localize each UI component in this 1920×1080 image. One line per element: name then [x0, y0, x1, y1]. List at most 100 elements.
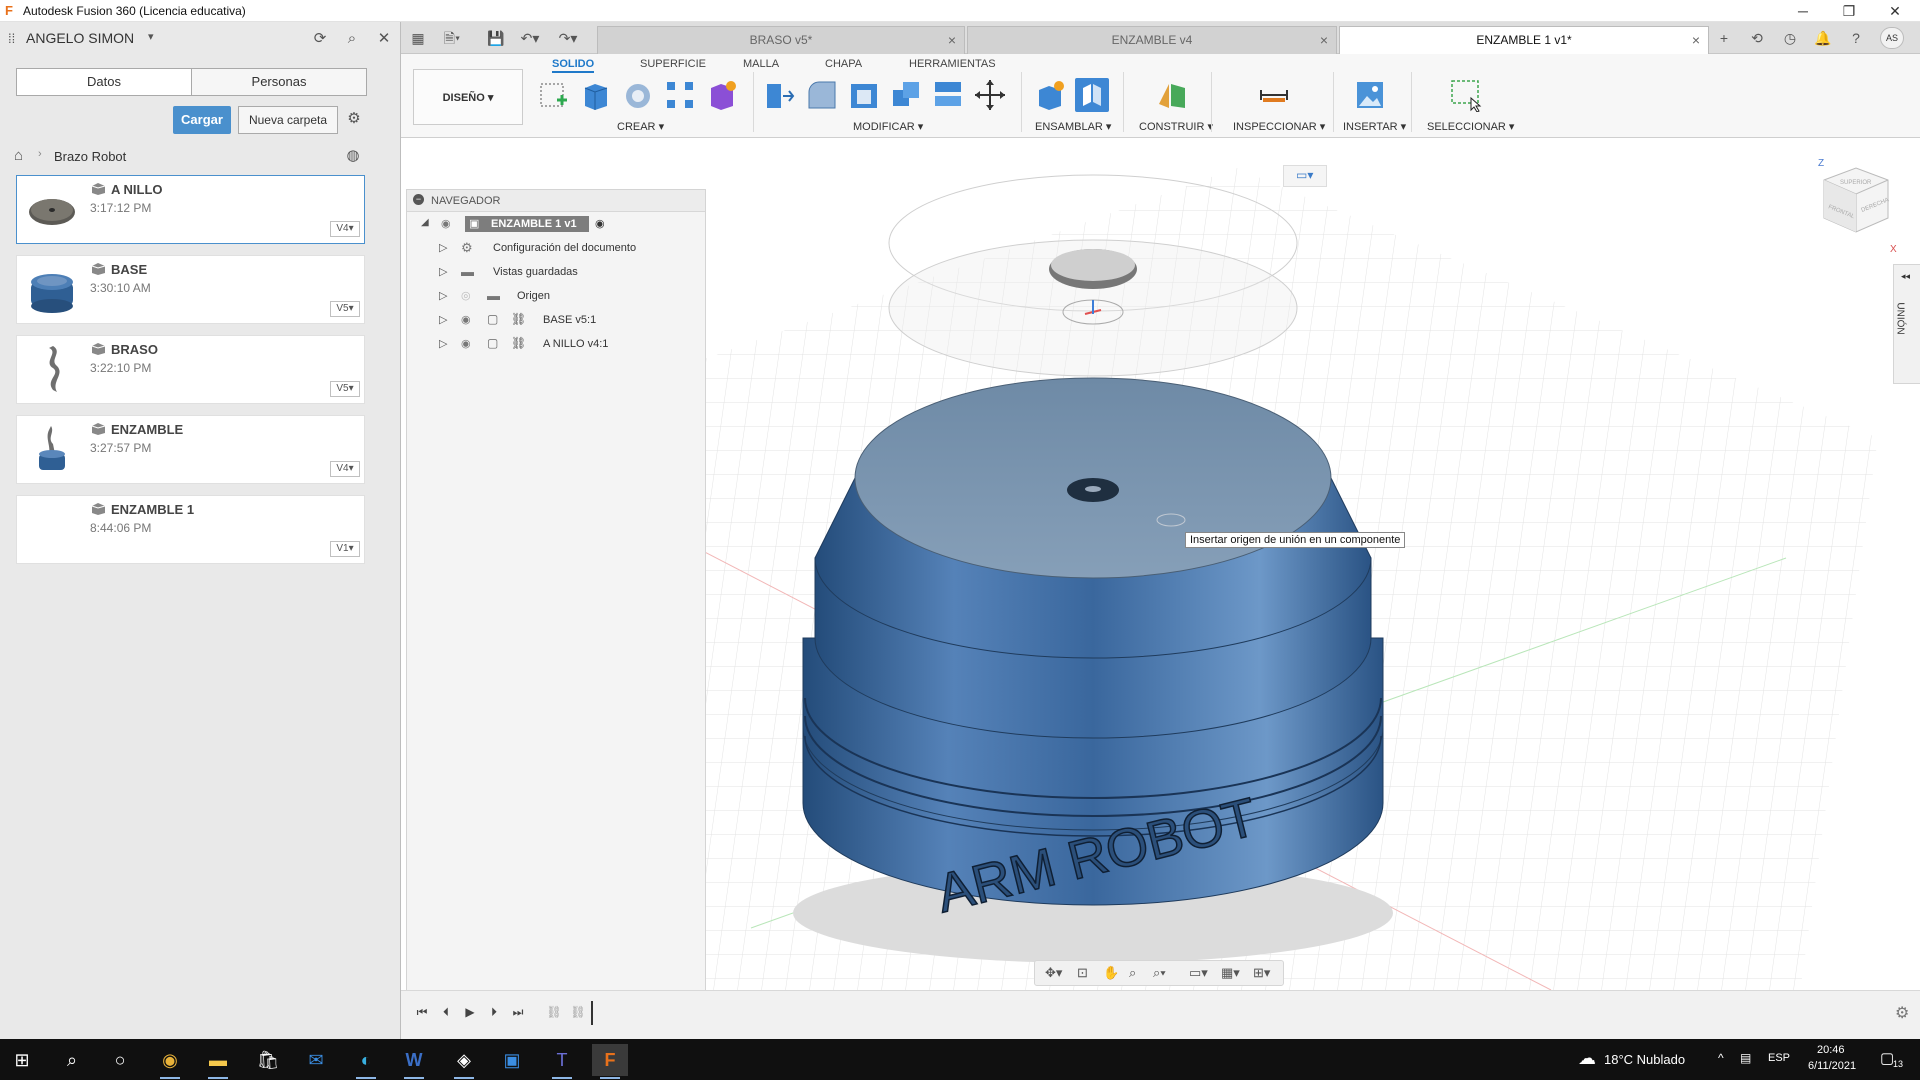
collapse-icon[interactable]: −	[413, 194, 424, 205]
version-badge[interactable]: V5▾	[330, 301, 360, 317]
breadcrumb[interactable]: Brazo Robot	[54, 149, 126, 164]
eye-hidden-icon[interactable]: ◎	[461, 289, 471, 302]
version-badge[interactable]: V4▾	[330, 461, 360, 477]
view-cube[interactable]: Z X DERECHA FRONTAL SUPERIOR	[1810, 156, 1902, 256]
eye-icon[interactable]: ◉	[461, 313, 471, 326]
close-panel-icon[interactable]: ✕	[373, 28, 395, 50]
tab-enzamble[interactable]: ENZAMBLE v4 ×	[967, 26, 1337, 54]
word-icon[interactable]: W	[396, 1044, 432, 1079]
file-explorer-icon[interactable]: ▬	[200, 1044, 236, 1079]
pattern-icon[interactable]	[663, 78, 697, 112]
clock-date[interactable]: 6/11/2021	[1808, 1060, 1856, 1072]
network-icon[interactable]: ▤	[1740, 1051, 1751, 1065]
navigator-item[interactable]: ▷ ◉ ▢ ⛓ BASE v5:1	[407, 309, 705, 331]
grid-settings-icon[interactable]: ▦▾	[1221, 965, 1240, 981]
navigator-item[interactable]: ▷ ▬ Vistas guardadas	[407, 261, 705, 283]
select-box-icon[interactable]	[1449, 78, 1483, 112]
viewports-icon[interactable]: ⊞▾	[1253, 965, 1270, 981]
language-indicator[interactable]: ESP	[1768, 1052, 1790, 1064]
steam-icon[interactable]: ◈	[446, 1044, 482, 1079]
bell-icon[interactable]: 🔔	[1812, 28, 1834, 48]
shell-icon[interactable]	[847, 78, 881, 112]
store-icon[interactable]: 🛍	[250, 1044, 286, 1076]
minimize-button[interactable]: ─	[1780, 0, 1826, 22]
edge-icon[interactable]: ◐	[348, 1044, 384, 1079]
expand-triangle-icon[interactable]: ▷	[439, 265, 447, 278]
close-window-button[interactable]: ✕	[1872, 0, 1918, 22]
move-copy-icon[interactable]	[973, 78, 1007, 112]
timeline-feature-icon[interactable]: ⛓	[569, 1005, 587, 1021]
new-component-icon[interactable]	[1033, 78, 1067, 112]
tab-personas[interactable]: Personas	[191, 68, 367, 96]
tab-malla[interactable]: MALLA	[743, 58, 779, 70]
orbit-icon[interactable]: ✥▾	[1045, 965, 1062, 981]
fillet-icon[interactable]	[805, 78, 839, 112]
upload-button[interactable]: Cargar	[173, 106, 231, 134]
tab-enzamble-1[interactable]: ENZAMBLE 1 v1* ×	[1339, 26, 1709, 54]
version-badge[interactable]: V5▾	[330, 381, 360, 397]
timeline-settings-gear-icon[interactable]: ⚙	[1895, 1003, 1909, 1023]
globe-icon[interactable]: ◍	[342, 145, 364, 167]
display-settings-mini[interactable]: ▭▾	[1283, 165, 1327, 187]
navigator-item[interactable]: ▷ ◉ ▢ ⛓ A NILLO v4:1	[407, 333, 705, 355]
navigator-header[interactable]: − NAVEGADOR	[407, 190, 705, 212]
insert-menu[interactable]: INSERTAR ▾	[1343, 120, 1406, 133]
tab-herramientas[interactable]: HERRAMIENTAS	[909, 58, 996, 70]
root-component-label[interactable]: ENZAMBLE 1 v1	[465, 216, 589, 232]
avatar[interactable]: AS	[1880, 27, 1904, 49]
cortana-icon[interactable]: ○	[102, 1044, 138, 1076]
timeline-feature-icon[interactable]: ⛓	[545, 1005, 563, 1021]
navigator-item[interactable]: ▷ ◎ ▬ Origen	[407, 285, 705, 307]
redo-icon[interactable]: ↷▾	[557, 28, 579, 48]
gear-icon[interactable]: ⚙	[343, 108, 365, 130]
tab-solido[interactable]: SOLIDO	[552, 58, 595, 73]
form-icon[interactable]	[705, 78, 739, 112]
fusion-360-icon[interactable]: F	[592, 1044, 628, 1079]
file-card-enzamble-1[interactable]: ENZAMBLE 1 8:44:06 PM V1▾	[16, 495, 365, 564]
file-card-braso[interactable]: BRASO 3:22:10 PM V5▾	[16, 335, 365, 404]
new-tab-icon[interactable]: +	[1713, 28, 1735, 48]
clock-time[interactable]: 20:46	[1817, 1044, 1845, 1056]
cloud-weather-icon[interactable]: ☁	[1578, 1048, 1596, 1069]
tab-superficie[interactable]: SUPERFICIE	[640, 58, 706, 70]
user-name[interactable]: ANGELO SIMON	[26, 30, 134, 46]
inspect-menu[interactable]: INSPECCIONAR ▾	[1233, 120, 1325, 133]
chrome-icon[interactable]: ◉	[152, 1044, 188, 1079]
close-tab-icon[interactable]: ×	[1692, 27, 1700, 54]
insert-image-icon[interactable]	[1353, 78, 1387, 112]
construct-plane-icon[interactable]	[1155, 78, 1189, 112]
look-at-icon[interactable]: ⊡	[1077, 965, 1088, 981]
create-menu[interactable]: CREAR ▾	[617, 120, 664, 133]
zoom-icon[interactable]: ▣	[494, 1044, 530, 1076]
weather-text[interactable]: 18°C Nublado	[1604, 1052, 1685, 1067]
chevron-down-icon[interactable]: ▾	[148, 30, 154, 43]
navigator-item[interactable]: ▷ ⚙ Configuración del documento	[407, 237, 705, 259]
joint-icon[interactable]	[1075, 78, 1109, 112]
pan-icon[interactable]: ✋	[1103, 965, 1119, 981]
combine-icon[interactable]	[889, 78, 923, 112]
assemble-menu[interactable]: ENSAMBLAR ▾	[1035, 120, 1111, 133]
tray-chevron-icon[interactable]: ^	[1718, 1051, 1724, 1065]
maximize-button[interactable]: ❐	[1826, 0, 1872, 22]
collapse-arrows-icon[interactable]: ◂◂	[1901, 271, 1910, 282]
construct-menu[interactable]: CONSTRUIR ▾	[1139, 120, 1213, 133]
teams-icon[interactable]: T	[544, 1044, 580, 1079]
activate-radio-icon[interactable]: ◉	[595, 217, 605, 230]
search-icon[interactable]: ⌕	[54, 1044, 90, 1076]
create-sketch-icon[interactable]	[537, 78, 571, 112]
timeline-next-icon[interactable]: ⏵	[485, 1005, 503, 1021]
close-tab-icon[interactable]: ×	[1320, 27, 1328, 54]
tab-chapa[interactable]: CHAPA	[825, 58, 862, 70]
mail-icon[interactable]: ✉	[298, 1044, 334, 1076]
extrude-icon[interactable]	[579, 78, 613, 112]
expand-triangle-icon[interactable]: ▷	[439, 241, 447, 254]
timeline-play-icon[interactable]: ▶	[461, 1005, 479, 1021]
new-folder-button[interactable]: Nueva carpeta	[238, 106, 338, 134]
joint-panel-tab[interactable]: ◂◂ UNIÓN	[1893, 264, 1920, 384]
split-body-icon[interactable]	[931, 78, 965, 112]
measure-icon[interactable]	[1257, 78, 1291, 112]
undo-icon[interactable]: ↶▾	[519, 28, 541, 48]
display-settings-icon[interactable]: ▭▾	[1189, 965, 1208, 981]
apps-grid-icon[interactable]: ⁞⁞	[8, 31, 15, 46]
modify-menu[interactable]: MODIFICAR ▾	[853, 120, 923, 133]
